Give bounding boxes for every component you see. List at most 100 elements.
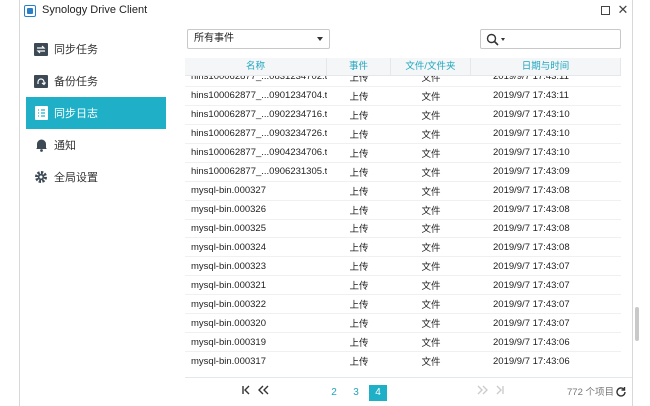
cell-event: 上传 [349,300,369,312]
maximize-button[interactable] [598,3,612,17]
cell-type: 文件 [421,205,441,217]
cell-datetime-text: 2019/9/7 17:43:07 [493,298,570,310]
sidebar-item-label: 同步任务 [54,44,98,56]
close-button[interactable]: ✕ [616,2,630,17]
page-button-2[interactable]: 2 [325,385,343,401]
cell-event: 上传 [349,205,369,217]
page-button-4[interactable]: 4 [369,385,387,401]
cell-name: mysql-bin.000326 [191,204,266,216]
item-count: 772 个项目 [567,387,614,398]
cell-type: 文件 [421,224,441,236]
table-row[interactable]: hins100062877_...0901234704.tar 上传 文件 2019/… [185,87,621,106]
cell-datetime-text: 2019/9/7 17:43:11 [493,76,569,83]
cell-datetime: 2019/9/7 17:43:06 [471,356,621,367]
table-row[interactable]: mysql-bin.000324 上传 文件 2019/9/7 17:43:08 [185,238,621,258]
cell-datetime-text: 2019/9/7 17:43:09 [493,166,570,178]
synology-drive-logo-icon [24,5,36,17]
table-row[interactable]: mysql-bin.000317 上传 文件 2019/9/7 17:43:06 [185,352,621,370]
column-header-type[interactable]: 文件/文件夹 [391,58,471,75]
cell-datetime-text: 2019/9/7 17:43:06 [493,336,570,348]
cell-type: 文件 [421,167,441,179]
sync-task-icon [34,42,48,56]
cell-datetime-text: 2019/9/7 17:43:10 [493,128,570,140]
cell-type: 文件 [421,91,441,103]
chevron-down-icon [317,37,323,41]
next-page-button[interactable] [473,385,491,401]
table-row[interactable]: hins100062877_...0906231305.tar 上传 文件 2019/… [185,163,621,182]
sidebar-item-backup-tasks[interactable]: 备份任务 [26,65,166,97]
table-row[interactable]: mysql-bin.000319 上传 文件 2019/9/7 17:43:06 [185,333,621,353]
cell-datetime: 2019/9/7 17:43:10 [471,128,621,139]
event-filter-select[interactable]: 所有事件 [187,29,330,49]
cell-datetime: 2019/9/7 17:43:11 [471,76,621,82]
table-row[interactable]: hins100062877_...0902234716.tar 上传 文件 2019/… [185,106,621,125]
cell-type: 文件 [421,76,441,84]
sidebar-item-notifications[interactable]: 通知 [26,129,166,161]
table-row[interactable]: mysql-bin.000320 上传 文件 2019/9/7 17:43:07 [185,314,621,334]
cell-name: mysql-bin.000317 [191,355,266,367]
table-row[interactable]: hins100062877_...0903234726.tar 上传 文件 2019/… [185,125,621,144]
table-row[interactable]: mysql-bin.000327 上传 文件 2019/9/7 17:43:08 [185,182,621,201]
cell-name: mysql-bin.000325 [191,222,266,234]
cell-datetime: 2019/9/7 17:43:07 [471,280,621,291]
refresh-icon[interactable] [615,386,627,398]
sidebar-item-sync-tasks[interactable]: 同步任务 [26,33,166,65]
sidebar-item-sync-log[interactable]: 同步日志 [26,97,166,129]
double-chevron-left-icon [258,385,269,395]
cell-datetime-text: 2019/9/7 17:43:08 [493,222,570,234]
search-input[interactable] [480,29,621,49]
cell-name: hins100062877_...0902234716.tar [191,109,327,121]
cell-event: 上传 [349,148,369,160]
table-header: 名称 事件 文件/文件夹 日期与时间 [185,58,621,76]
first-page-button[interactable] [237,385,255,401]
last-page-button[interactable] [491,385,509,401]
table-body[interactable]: hins100062877_...0831234702.tar 上传 文件 2019/… [185,76,621,370]
title-bar: Synology Drive Client ✕ [20,0,632,22]
table-row[interactable]: hins100062877_...0904234706.tar 上传 文件 2019/… [185,144,621,163]
table-row[interactable]: mysql-bin.000326 上传 文件 2019/9/7 17:43:08 [185,201,621,220]
cell-event: 上传 [349,281,369,293]
sync-log-table: 名称 事件 文件/文件夹 日期与时间 hins100062877_...0831… [185,58,621,370]
cell-datetime-text: 2019/9/7 17:43:07 [493,260,570,272]
cell-type: 文件 [421,300,441,312]
cell-datetime-text: 2019/9/7 17:43:07 [493,279,570,291]
cell-datetime: 2019/9/7 17:43:07 [471,318,621,329]
cell-event: 上传 [349,319,369,331]
table-row[interactable]: mysql-bin.000321 上传 文件 2019/9/7 17:43:07 [185,276,621,296]
sidebar-item-label: 备份任务 [54,76,98,88]
column-header-datetime[interactable]: 日期与时间 [471,58,621,75]
cell-name: mysql-bin.000320 [191,317,266,329]
cell-event: 上传 [349,243,369,255]
table-scrollbar[interactable] [635,307,639,341]
cell-name: mysql-bin.000323 [191,260,266,272]
bell-icon [34,138,48,152]
sidebar-item-label: 同步日志 [54,108,98,120]
cell-datetime: 2019/9/7 17:43:08 [471,223,621,234]
cell-datetime: 2019/9/7 17:43:07 [471,299,621,310]
cell-datetime: 2019/9/7 17:43:10 [471,147,621,158]
table-row[interactable]: mysql-bin.000322 上传 文件 2019/9/7 17:43:07 [185,295,621,315]
event-filter-value: 所有事件 [194,33,234,44]
cell-datetime: 2019/9/7 17:43:08 [471,242,621,253]
prev-page-button[interactable] [255,385,273,401]
cell-datetime-text: 2019/9/7 17:43:06 [493,355,570,367]
cell-event: 上传 [349,262,369,274]
double-chevron-right-icon [477,385,488,395]
table-row[interactable]: hins100062877_...0831234702.tar 上传 文件 2019/… [185,76,621,87]
page-button-3[interactable]: 3 [347,385,365,401]
cell-datetime-text: 2019/9/7 17:43:10 [493,147,570,159]
table-row[interactable]: mysql-bin.000323 上传 文件 2019/9/7 17:43:07 [185,257,621,277]
app-window: Synology Drive Client ✕ 同步任务 备份任务 同步日志 通… [19,0,639,406]
column-header-name[interactable]: 名称 [185,58,327,75]
cell-datetime-text: 2019/9/7 17:43:08 [493,241,570,253]
column-header-event[interactable]: 事件 [327,58,391,75]
window-title: Synology Drive Client [42,4,148,16]
search-options-caret-icon[interactable] [501,38,505,41]
sidebar-item-label: 通知 [54,140,76,152]
cell-type: 文件 [421,281,441,293]
sidebar-item-label: 全局设置 [54,172,98,184]
table-row[interactable]: mysql-bin.000325 上传 文件 2019/9/7 17:43:08 [185,220,621,239]
sidebar-item-global-settings[interactable]: 全局设置 [26,161,166,193]
cell-event: 上传 [349,76,369,84]
cell-datetime-text: 2019/9/7 17:43:07 [493,317,570,329]
